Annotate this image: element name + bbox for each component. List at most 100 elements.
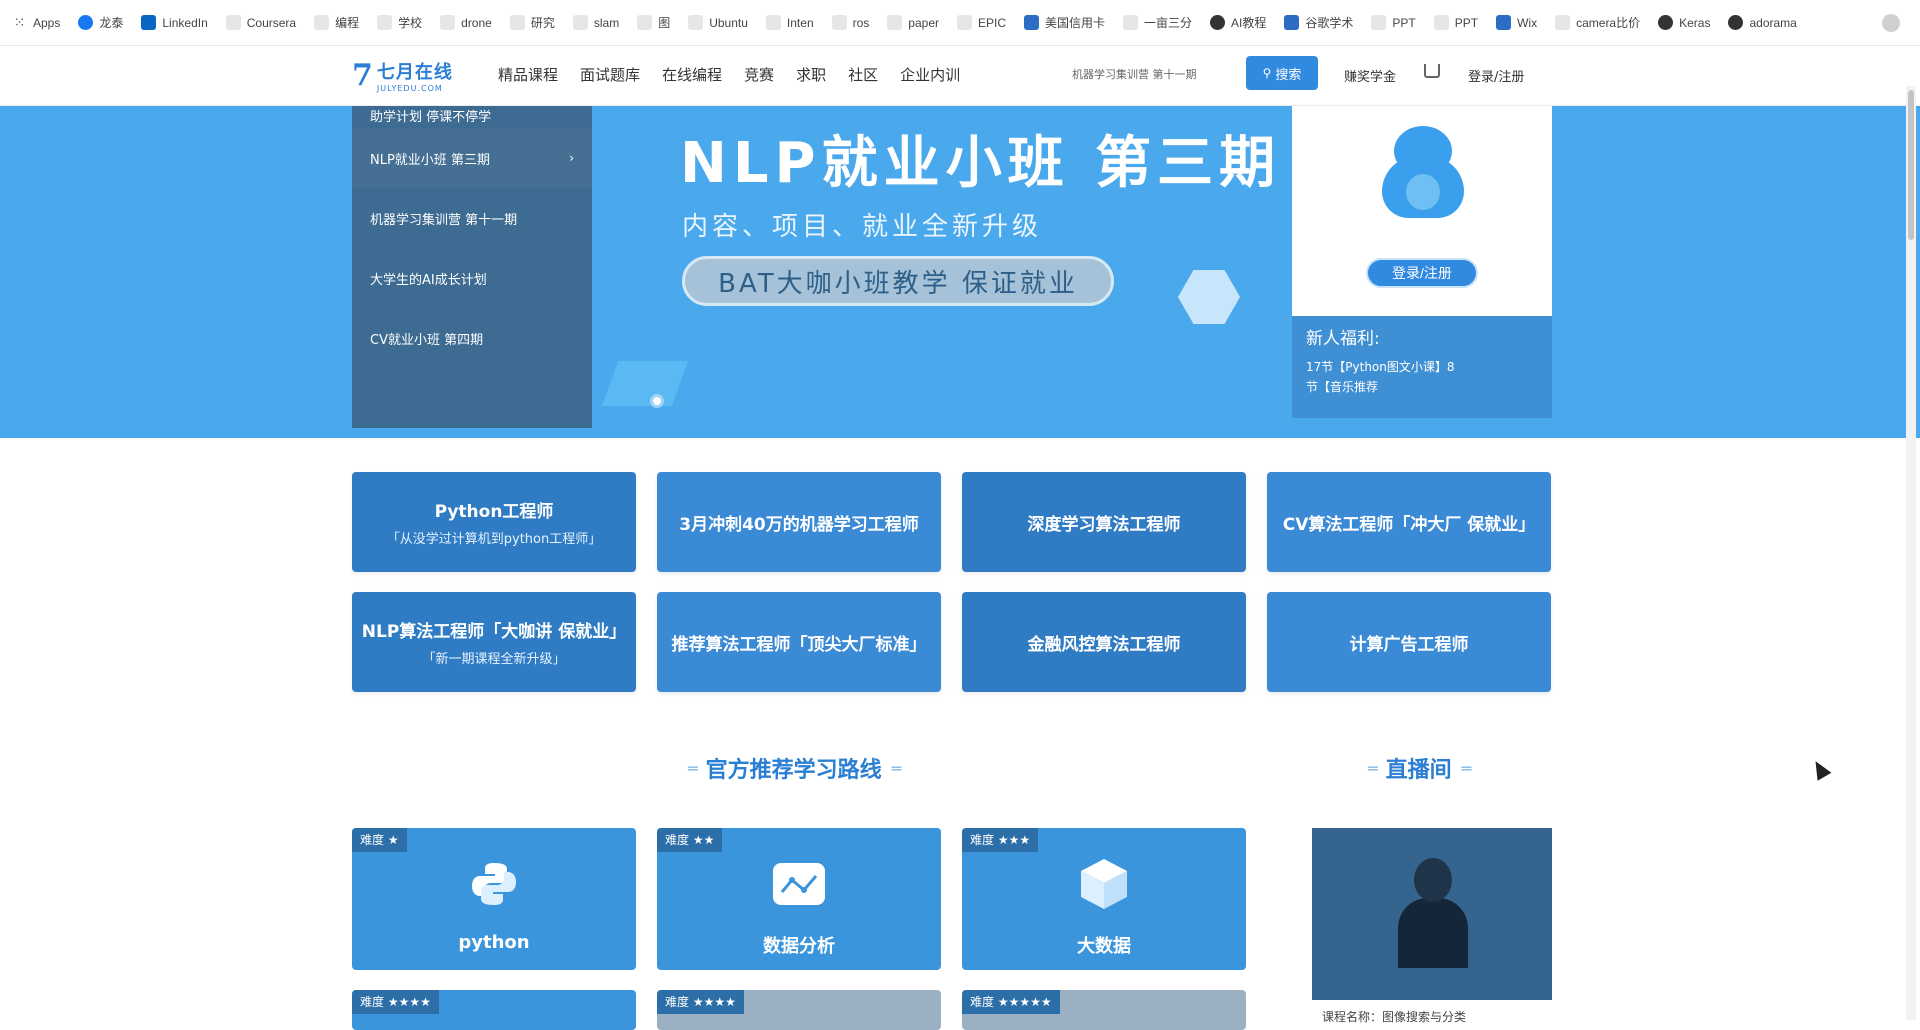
learning-path-card[interactable]: 难度 ★ python — [352, 828, 636, 970]
nav-item[interactable]: 社区 — [848, 64, 878, 85]
bookmark-item[interactable]: Coursera — [225, 15, 297, 30]
scrollbar-thumb[interactable] — [1908, 90, 1914, 240]
bookmark-item[interactable]: camera比价 — [1555, 14, 1640, 31]
course-tile[interactable]: 金融风控算法工程师 — [962, 592, 1246, 692]
bookmark-icon — [440, 15, 456, 30]
bookmark-item[interactable]: drone — [440, 15, 492, 30]
side-menu-item[interactable]: NLP就业小班 第三期 › — [352, 128, 592, 188]
search-input[interactable]: 机器学习集训营 第十一期 — [1060, 58, 1245, 92]
learning-path-card[interactable]: 难度 ★★★★ — [657, 990, 941, 1030]
path-name: 大数据 — [1077, 936, 1131, 957]
course-subtitle: 「新一期课程全新升级」 — [422, 652, 566, 667]
bookmark-item[interactable]: 图 — [637, 14, 670, 31]
course-tile[interactable]: 推荐算法工程师「顶尖大厂标准」 — [657, 592, 941, 692]
nav-item[interactable]: 精品课程 — [498, 64, 558, 85]
bookmark-item[interactable]: Keras — [1658, 15, 1710, 30]
bookmark-item[interactable]: paper — [887, 15, 939, 30]
login-link[interactable]: 登录/注册 — [1468, 66, 1524, 85]
bookmark-item[interactable]: Ubuntu — [688, 15, 748, 30]
learning-path-heading: ═ 官方推荐学习路线 ═ — [678, 752, 909, 784]
nav-item[interactable]: 面试题库 — [580, 64, 640, 85]
bookmark-icon — [688, 15, 704, 30]
apps-icon: ⁙ — [13, 14, 26, 30]
bookmark-icon — [314, 15, 330, 30]
bookmark-item[interactable]: AI教程 — [1210, 14, 1266, 31]
logo-text: 七月在线 — [376, 62, 453, 83]
carousel-dot[interactable] — [650, 394, 664, 408]
course-tile[interactable]: 3月冲刺40万的机器学习工程师 — [657, 472, 941, 572]
learning-path-card[interactable]: 难度 ★★★★★ — [962, 990, 1246, 1030]
bookmark-item[interactable]: 学校 — [377, 14, 422, 31]
cart-icon[interactable] — [1424, 64, 1440, 78]
globe-icon — [1210, 15, 1226, 30]
bookmark-item[interactable]: ros — [831, 15, 870, 30]
bookmark-item[interactable]: PPT — [1371, 15, 1416, 30]
bookmark-item[interactable]: slam — [572, 15, 619, 30]
login-button[interactable]: 登录/注册 — [1366, 258, 1478, 288]
bookmark-label: LinkedIn — [162, 15, 208, 30]
bookmark-item[interactable]: Inten — [765, 15, 814, 30]
side-menu-label: NLP就业小班 第三期 — [370, 152, 490, 168]
nav-item[interactable]: 求职 — [796, 64, 826, 85]
site-logo[interactable]: 7 七月在线 JULYEDU.COM — [352, 58, 453, 93]
side-menu-item[interactable]: 机器学习集训营 第十一期 — [352, 188, 592, 248]
hero-banner[interactable]: 助学计划 停课不停学 NLP就业小班 第三期 › 机器学习集训营 第十一期 大学生的AI… — [0, 106, 1920, 438]
profile-icon[interactable] — [1882, 14, 1900, 32]
course-title: 3月冲刺40万的机器学习工程师 — [679, 514, 919, 535]
bookmark-item[interactable]: adorama — [1728, 15, 1797, 30]
instructor-photo — [1398, 858, 1468, 968]
title-decoration: ═ — [688, 758, 698, 778]
bookmark-item[interactable]: 龙泰 — [78, 14, 123, 31]
side-menu-item[interactable]: 助学计划 停课不停学 — [352, 106, 592, 128]
learning-path-title: 官方推荐学习路线 — [705, 758, 882, 783]
facebook-icon — [78, 15, 94, 30]
scholarship-link[interactable]: 赚奖学金 — [1344, 66, 1396, 85]
search-icon: ⚲ — [1262, 66, 1272, 80]
bookmark-item[interactable]: PPT — [1433, 15, 1479, 30]
nav-item[interactable]: 竞赛 — [744, 64, 774, 85]
linkedin-icon — [141, 15, 157, 30]
course-tile[interactable]: CV算法工程师「冲大厂 保就业」 — [1267, 472, 1551, 572]
logo-mark: 7 — [352, 58, 373, 93]
bookmark-label: Keras — [1679, 15, 1711, 30]
bookmark-item[interactable]: 研究 — [509, 14, 555, 31]
learning-path-card[interactable]: 难度 ★★★ 大数据 — [962, 828, 1246, 970]
bookmark-item[interactable]: LinkedIn — [141, 15, 208, 30]
bookmark-icon — [1123, 15, 1139, 30]
side-menu-item[interactable]: CV就业小班 第四期 — [352, 308, 592, 368]
course-tile[interactable]: Python工程师 「从没学过计算机到python工程师」 — [352, 472, 636, 572]
bookmark-item[interactable]: Wix — [1496, 15, 1537, 30]
course-tile[interactable]: 深度学习算法工程师 — [962, 472, 1246, 572]
course-tile[interactable]: 计算广告工程师 — [1267, 592, 1551, 692]
bookmark-label: Apps — [33, 15, 61, 30]
bookmark-item[interactable]: ⁙ Apps — [12, 14, 61, 30]
live-video-thumbnail[interactable] — [1312, 828, 1552, 1000]
nav-item[interactable]: 在线编程 — [662, 64, 722, 85]
new-user-welfare[interactable]: 新人福利: 17节【Python图文小课】8节【音乐推荐 — [1292, 316, 1552, 418]
logo-domain: JULYEDU.COM — [376, 84, 443, 93]
bookmark-item[interactable]: EPIC — [957, 15, 1006, 30]
bookmark-label: PPT — [1454, 15, 1479, 30]
course-title: Python工程师 — [434, 502, 554, 522]
bookmark-label: Inten — [786, 15, 814, 30]
bookmark-label: AI教程 — [1231, 16, 1267, 30]
nav-item[interactable]: 企业内训 — [900, 64, 960, 85]
bookmark-label: 谷歌学术 — [1305, 16, 1354, 30]
bookmark-icon — [1024, 15, 1040, 30]
learning-path-card[interactable]: 难度 ★★ 数据分析 — [657, 828, 941, 970]
learning-path-card[interactable]: 难度 ★★★★ — [352, 990, 636, 1030]
side-menu-label: CV就业小班 第四期 — [370, 332, 484, 348]
bookmark-item[interactable]: 谷歌学术 — [1284, 14, 1353, 31]
course-grid: Python工程师 「从没学过计算机到python工程师」 3月冲刺40万的机器学习… — [352, 472, 1551, 692]
bookmark-label: paper — [908, 15, 939, 30]
bookmark-label: ros — [852, 15, 870, 30]
bookmark-item[interactable]: 一亩三分 — [1123, 14, 1192, 31]
bookmark-item[interactable]: 美国信用卡 — [1024, 14, 1105, 31]
bookmark-label: PPT — [1392, 15, 1416, 30]
side-menu-item[interactable]: 大学生的AI成长计划 — [352, 248, 592, 308]
bookmark-label: Coursera — [246, 15, 297, 30]
bookmarks-bar: ⁙ Apps 龙泰 LinkedIn Coursera 编程 学校 drone 研究 slam 图 U… — [0, 0, 1920, 46]
course-tile[interactable]: NLP算法工程师「大咖讲 保就业」 「新一期课程全新升级」 — [352, 592, 636, 692]
search-button[interactable]: ⚲ 搜索 — [1246, 56, 1318, 90]
bookmark-item[interactable]: 编程 — [314, 14, 359, 31]
